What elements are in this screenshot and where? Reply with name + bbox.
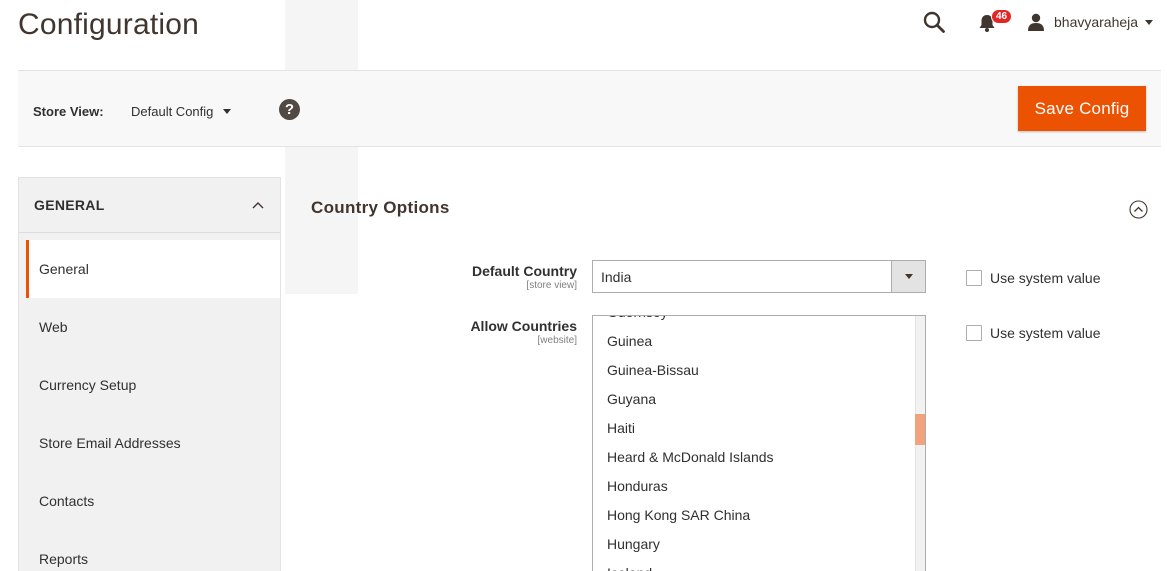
config-sidebar: GENERAL General Web Currency Setup Store…: [18, 177, 281, 571]
store-view-bar: Store View: Default Config ? Save Config: [18, 70, 1161, 147]
chevron-up-icon: [252, 202, 264, 209]
save-config-button[interactable]: Save Config: [1018, 86, 1146, 131]
user-icon: [1028, 13, 1044, 31]
list-item[interactable]: Guinea: [593, 326, 915, 355]
default-country-scope: [store view]: [526, 280, 577, 291]
default-country-value: India: [601, 268, 632, 285]
allow-countries-use-system[interactable]: Use system value: [966, 325, 1100, 341]
sidebar-item-currency-setup[interactable]: Currency Setup: [19, 356, 280, 414]
list-item[interactable]: Honduras: [593, 471, 915, 500]
collapse-icon[interactable]: [1129, 200, 1148, 219]
header-actions: 46 bhavyaraheja: [867, 0, 1167, 44]
use-system-checkbox[interactable]: [966, 270, 982, 286]
default-country-label-group: Default Country [store view]: [377, 263, 577, 291]
chevron-down-icon: [904, 274, 913, 279]
notification-badge: 46: [991, 9, 1013, 24]
sidebar-item-store-email-addresses[interactable]: Store Email Addresses: [19, 414, 280, 472]
allow-countries-multiselect[interactable]: Guernsey Guinea Guinea-Bissau Guyana Hai…: [592, 315, 926, 571]
list-item[interactable]: Hong Kong SAR China: [593, 500, 915, 529]
sidebar-item-web[interactable]: Web: [19, 298, 280, 356]
page-title: Configuration: [18, 8, 200, 41]
overlay-strip: [285, 0, 358, 294]
list-item[interactable]: Hungary: [593, 529, 915, 558]
section-title[interactable]: Country Options: [311, 198, 450, 218]
store-view-label: Store View:: [33, 104, 104, 119]
default-country-label: Default Country: [472, 263, 577, 279]
default-country-use-system[interactable]: Use system value: [966, 270, 1100, 286]
list-item[interactable]: Guernsey: [593, 316, 915, 326]
scrollbar[interactable]: [915, 316, 925, 571]
allow-countries-scope: [website]: [537, 335, 577, 346]
allow-countries-label: Allow Countries: [470, 318, 577, 334]
default-country-select[interactable]: India: [592, 260, 926, 293]
store-view-value: Default Config: [131, 103, 214, 119]
use-system-label: Use system value: [990, 325, 1101, 341]
sidebar-group-general[interactable]: GENERAL: [19, 178, 280, 233]
allow-countries-options: Guernsey Guinea Guinea-Bissau Guyana Hai…: [593, 316, 915, 571]
store-view-switcher[interactable]: Default Config: [131, 97, 232, 125]
chevron-down-icon: [1145, 19, 1154, 25]
use-system-label: Use system value: [990, 270, 1101, 286]
sidebar-item-contacts[interactable]: Contacts: [19, 472, 280, 530]
allow-countries-label-group: Allow Countries [website]: [377, 318, 577, 346]
list-item[interactable]: Guinea-Bissau: [593, 355, 915, 384]
help-icon[interactable]: ?: [279, 99, 300, 120]
search-icon[interactable]: [922, 10, 946, 34]
sidebar-item-general[interactable]: General: [26, 240, 280, 298]
sidebar-group-label: GENERAL: [34, 197, 105, 213]
list-item[interactable]: Guyana: [593, 384, 915, 413]
chevron-down-icon: [223, 108, 232, 114]
list-item[interactable]: Haiti: [593, 413, 915, 442]
notifications-button[interactable]: 46: [977, 9, 1017, 36]
use-system-checkbox[interactable]: [966, 325, 982, 341]
select-toggle[interactable]: [891, 261, 925, 292]
scrollbar-thumb[interactable]: [915, 414, 925, 445]
user-menu[interactable]: bhavyaraheja: [1027, 10, 1154, 34]
list-item[interactable]: Iceland: [593, 558, 915, 571]
sidebar-items: General Web Currency Setup Store Email A…: [19, 240, 280, 571]
list-item[interactable]: Heard & McDonald Islands: [593, 442, 915, 471]
sidebar-item-reports[interactable]: Reports: [19, 530, 280, 571]
user-name: bhavyaraheja: [1054, 14, 1139, 30]
